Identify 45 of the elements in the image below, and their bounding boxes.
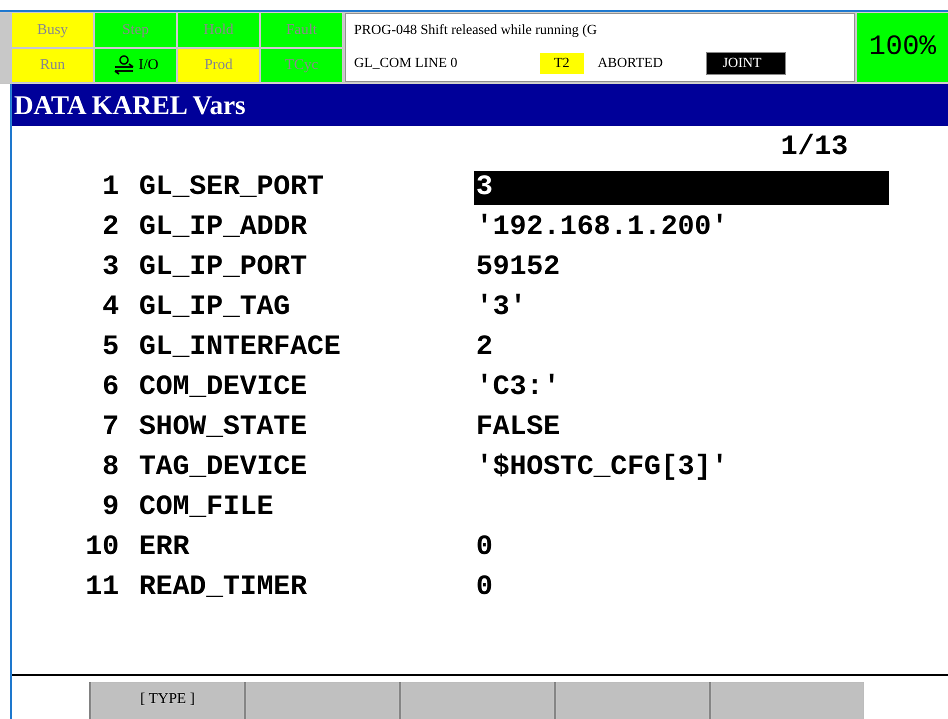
mode-indicator: T2 bbox=[540, 53, 584, 74]
variable-name[interactable]: READ_TIMER bbox=[139, 567, 474, 609]
row-number: 5 bbox=[101, 331, 119, 365]
row-number: 8 bbox=[101, 451, 119, 485]
row-number: 3 bbox=[101, 251, 119, 285]
page-indicator: 1/13 bbox=[780, 132, 848, 164]
row-number: 10 bbox=[84, 531, 119, 565]
status-indicator: I/O bbox=[95, 48, 176, 82]
io-arrows-icon bbox=[112, 55, 134, 76]
status-indicator: Prod bbox=[178, 48, 259, 82]
coordinate-mode: JOINT bbox=[706, 52, 786, 76]
variable-name[interactable]: GL_IP_TAG bbox=[139, 287, 474, 329]
variable-name[interactable]: COM_DEVICE bbox=[139, 367, 474, 409]
function-key[interactable] bbox=[399, 682, 554, 719]
variable-name[interactable]: ERR bbox=[139, 527, 474, 569]
variable-name[interactable]: GL_INTERFACE bbox=[139, 327, 474, 369]
variable-name[interactable]: GL_SER_PORT bbox=[139, 167, 474, 209]
function-key[interactable] bbox=[709, 682, 864, 719]
status-indicator: Busy bbox=[12, 13, 93, 46]
row-number: 6 bbox=[101, 371, 119, 405]
row-number: 2 bbox=[101, 211, 119, 245]
program-state: ABORTED bbox=[598, 55, 664, 74]
speed-override: 100% bbox=[857, 13, 948, 82]
variable-name[interactable]: GL_IP_ADDR bbox=[139, 207, 474, 249]
function-key[interactable] bbox=[244, 682, 399, 719]
status-indicator: Fault bbox=[261, 13, 342, 46]
row-number: 7 bbox=[101, 411, 119, 445]
row-number: 9 bbox=[101, 491, 119, 525]
status-indicator: Step bbox=[95, 13, 176, 46]
function-key[interactable] bbox=[554, 682, 709, 719]
variable-name[interactable]: SHOW_STATE bbox=[139, 407, 474, 449]
row-number: 11 bbox=[84, 571, 119, 605]
variable-value[interactable]: 3 bbox=[474, 171, 889, 205]
row-number: 1 bbox=[101, 171, 119, 205]
variable-name[interactable]: GL_IP_PORT bbox=[139, 247, 474, 289]
screen-title: DATA KAREL Vars bbox=[12, 84, 948, 126]
status-indicator: Hold bbox=[178, 13, 259, 46]
program-line: GL_COM LINE 0 bbox=[354, 55, 458, 74]
status-indicator: TCyc bbox=[261, 48, 342, 82]
variable-name[interactable]: TAG_DEVICE bbox=[139, 447, 474, 489]
status-indicator: Run bbox=[12, 48, 93, 82]
function-key[interactable]: [ TYPE ] bbox=[89, 682, 244, 719]
variable-name[interactable]: COM_FILE bbox=[139, 487, 474, 529]
alarm-message: PROG-048 Shift released while running (G bbox=[354, 22, 598, 40]
row-number: 4 bbox=[101, 291, 119, 325]
